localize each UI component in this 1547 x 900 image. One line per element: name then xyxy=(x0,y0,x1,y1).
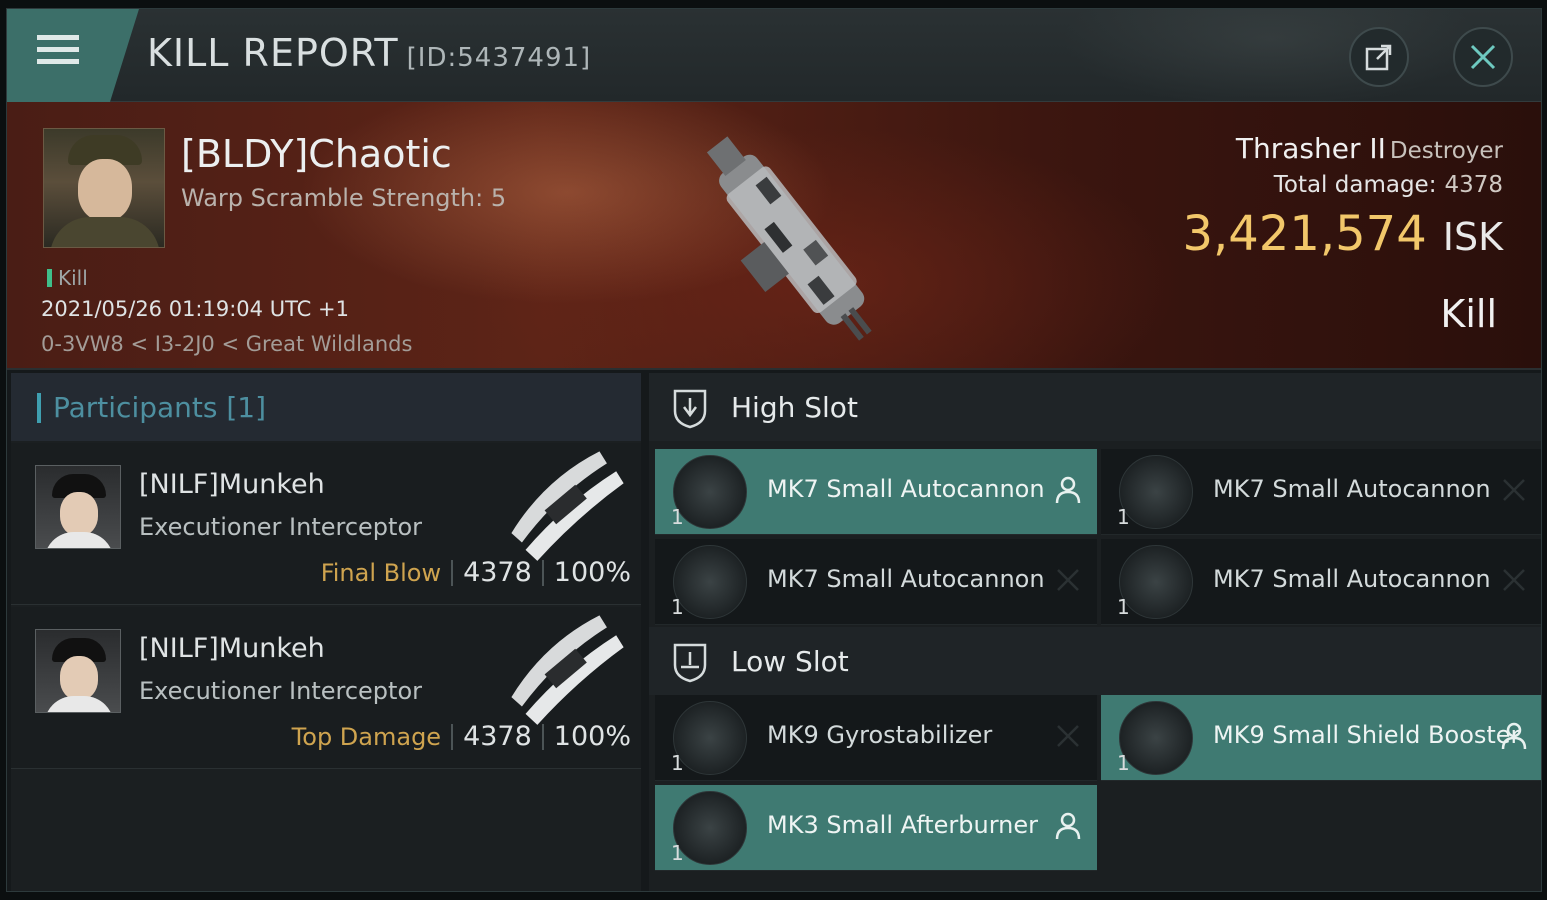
kill-tag-text: Kill xyxy=(58,266,88,290)
autocannon-icon xyxy=(673,545,747,619)
autocannon-icon xyxy=(1119,455,1193,529)
afterburner-icon xyxy=(673,791,747,865)
participant-row[interactable]: [NILF]Munkeh Executioner Interceptor Fin… xyxy=(11,443,641,605)
kill-tag: Kill xyxy=(47,266,88,290)
module-quantity: 1 xyxy=(1117,595,1130,619)
destroyed-module[interactable]: 1 MK7 Small Autocannon xyxy=(655,539,1097,625)
module-quantity: 1 xyxy=(1117,751,1130,775)
isk-unit: ISK xyxy=(1442,215,1503,259)
victim-banner: [BLDY]Chaotic Warp Scramble Strength: 5 … xyxy=(7,102,1541,370)
stat-divider xyxy=(541,723,544,750)
fitted-module[interactable]: 1 MK7 Small Autocannon xyxy=(655,449,1097,535)
module-quantity: 1 xyxy=(671,841,684,865)
kill-tag-marker xyxy=(47,269,52,287)
fitted-module[interactable]: 1 MK9 Small Shield Booster xyxy=(1101,695,1541,781)
participants-accent xyxy=(37,393,41,423)
autocannon-icon xyxy=(1119,545,1193,619)
kill-result: Kill xyxy=(1440,292,1497,336)
participant-percent: 100% xyxy=(553,557,631,588)
participant-damage: 4378 xyxy=(463,557,532,588)
share-button[interactable] xyxy=(1349,27,1409,87)
low-slot-header: Low Slot xyxy=(649,627,1541,695)
kill-datetime: 2021/05/26 01:19:04 UTC +1 xyxy=(41,297,349,321)
x-mark-icon xyxy=(1503,479,1525,501)
total-damage: Total damage: 4378 xyxy=(1274,172,1503,198)
victim-subtitle: Warp Scramble Strength: 5 xyxy=(181,184,507,212)
high-slot-header: High Slot xyxy=(649,373,1541,441)
victim-portrait[interactable] xyxy=(43,128,165,248)
participant-percent: 100% xyxy=(553,721,631,752)
share-external-icon xyxy=(1365,44,1392,71)
x-mark-icon xyxy=(1057,569,1079,591)
page-title: KILL REPORT [ID:5437491] xyxy=(147,31,591,75)
participants-panel: Participants [1] [NILF]Munkeh Executione… xyxy=(11,373,641,891)
autocannon-icon xyxy=(673,455,747,529)
hamburger-menu-icon xyxy=(37,35,79,69)
participant-ship-image[interactable] xyxy=(497,615,637,725)
module-name: MK3 Small Afterburner xyxy=(767,811,1038,839)
avatar[interactable] xyxy=(35,465,121,549)
high-slot-icon xyxy=(673,389,707,429)
gyrostabilizer-icon xyxy=(673,701,747,775)
stat-divider xyxy=(451,559,454,586)
stat-divider xyxy=(451,723,454,750)
low-slot-icon xyxy=(673,643,707,683)
participant-stats: Final Blow 4378 100% xyxy=(321,557,631,588)
participant-damage: 4378 xyxy=(463,721,532,752)
module-name: MK7 Small Autocannon xyxy=(1213,475,1491,503)
destroyed-ship-image[interactable] xyxy=(657,112,917,362)
module-name: MK9 Gyrostabilizer xyxy=(767,721,993,749)
total-damage-value: 4378 xyxy=(1444,172,1503,198)
pilot-icon xyxy=(1055,812,1081,840)
title-text: KILL REPORT xyxy=(147,31,399,75)
participant-stats: Top Damage 4378 100% xyxy=(292,721,631,752)
module-quantity: 1 xyxy=(671,751,684,775)
victim-name[interactable]: [BLDY]Chaotic xyxy=(181,132,452,176)
pilot-icon xyxy=(1501,722,1527,750)
participant-ship: Executioner Interceptor xyxy=(139,677,422,705)
x-mark-icon xyxy=(1503,569,1525,591)
kill-report-window: KILL REPORT [ID:5437491] [BLDY]Chaotic Wa… xyxy=(6,8,1542,892)
menu-button[interactable] xyxy=(7,9,139,102)
close-button[interactable] xyxy=(1453,27,1513,87)
stat-divider xyxy=(541,559,544,586)
final-blow-tag: Final Blow xyxy=(320,558,442,587)
isk-amount: 3,421,574 xyxy=(1182,206,1427,262)
fitted-module[interactable]: 1 MK3 Small Afterburner xyxy=(655,785,1097,871)
report-id: [ID:5437491] xyxy=(406,43,592,73)
header-bar: KILL REPORT [ID:5437491] xyxy=(7,9,1541,109)
destroyed-module[interactable]: 1 MK9 Gyrostabilizer xyxy=(655,695,1097,781)
participant-name: [NILF]Munkeh xyxy=(139,633,325,664)
x-mark-icon xyxy=(1057,725,1079,747)
module-quantity: 1 xyxy=(671,595,684,619)
total-damage-label: Total damage: xyxy=(1273,172,1437,198)
isk-value: 3,421,574 ISK xyxy=(1182,206,1503,262)
high-slot-label: High Slot xyxy=(731,391,858,424)
fitting-panel: High Slot 1 MK7 Small Autocannon 1 MK7 S… xyxy=(649,373,1541,891)
participants-header[interactable]: Participants [1] xyxy=(11,373,641,441)
participants-title: Participants [1] xyxy=(53,391,267,424)
close-x-icon xyxy=(1470,44,1496,70)
pilot-icon xyxy=(1055,476,1081,504)
destroyed-module[interactable]: 1 MK7 Small Autocannon xyxy=(1101,539,1541,625)
participant-name: [NILF]Munkeh xyxy=(139,469,325,500)
participant-row[interactable]: [NILF]Munkeh Executioner Interceptor Top… xyxy=(11,607,641,769)
ship-class: Destroyer xyxy=(1389,138,1503,164)
kill-location[interactable]: 0-3VW8 < I3-2J0 < Great Wildlands xyxy=(41,332,412,356)
module-name: MK7 Small Autocannon xyxy=(767,565,1045,593)
module-name: MK7 Small Autocannon xyxy=(767,475,1045,503)
module-quantity: 1 xyxy=(671,505,684,529)
shield-booster-icon xyxy=(1119,701,1193,775)
module-quantity: 1 xyxy=(1117,505,1130,529)
avatar[interactable] xyxy=(35,629,121,713)
module-name: MK9 Small Shield Booster xyxy=(1213,721,1521,749)
participant-ship-image[interactable] xyxy=(497,451,637,561)
low-slot-label: Low Slot xyxy=(731,645,849,678)
module-name: MK7 Small Autocannon xyxy=(1213,565,1491,593)
destroyed-module[interactable]: 1 MK7 Small Autocannon xyxy=(1101,449,1541,535)
ship-type[interactable]: Thrasher II Destroyer xyxy=(1236,132,1503,165)
top-damage-tag: Top Damage xyxy=(291,722,442,751)
ship-name: Thrasher II xyxy=(1235,132,1386,165)
participant-ship: Executioner Interceptor xyxy=(139,513,422,541)
